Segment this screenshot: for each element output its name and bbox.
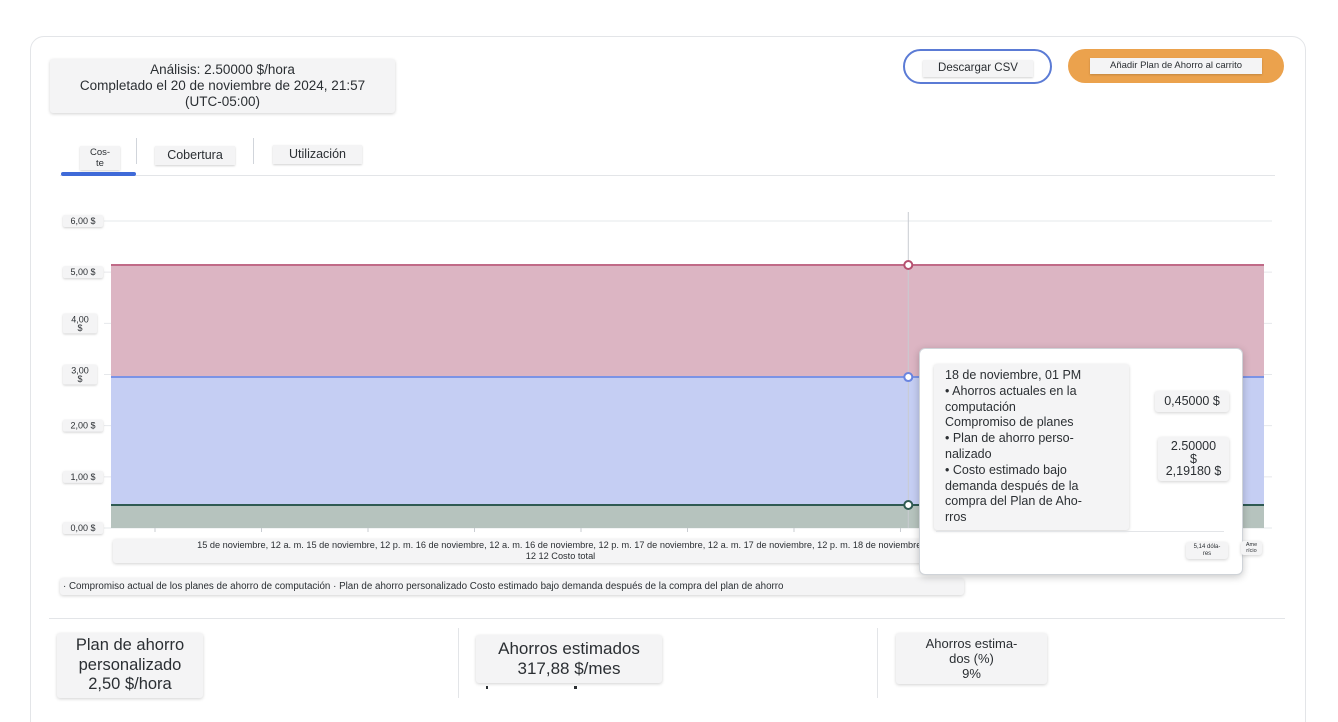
estimated-savings-pct-title-2: dos (%) — [949, 651, 994, 666]
y-tick-label: 1,00 $ — [70, 472, 95, 482]
y-tick-label: $ — [77, 374, 82, 384]
y-tick-label: 2,00 $ — [70, 421, 95, 431]
tooltip-line: rros — [945, 510, 967, 525]
estimated-savings-pct-title-1: Ahorros estima- — [925, 636, 1018, 651]
y-tick-label: 6,00 $ — [70, 216, 95, 226]
hover-point — [903, 260, 914, 271]
custom-plan-metric: Plan de ahorro personalizado 2,50 $/hora — [57, 633, 203, 698]
tooltip-value-current: 0,45000 $ — [1155, 391, 1229, 412]
custom-plan-value: 2,50 $/hora — [88, 675, 172, 693]
tooltip-line: Compromiso de planes — [945, 415, 1074, 430]
y-tick-label: $ — [77, 323, 82, 333]
tooltip-line: 18 de noviembre, 01 PM — [945, 368, 1082, 382]
tooltip-value-custom: 2.50000 $ 2,19180 $ — [1158, 437, 1229, 481]
estimated-savings-value: 317,88 $/mes — [517, 659, 621, 678]
tooltip-value-custom-1: 2.50000 — [1170, 439, 1217, 453]
x-axis-labels: 15 de noviembre, 12 a. m. 15 de noviembr… — [113, 539, 1008, 563]
estimated-savings-pct-metric: Ahorros estima- dos (%) 9% — [896, 633, 1047, 684]
tooltip-value-extra: Ame rício — [1241, 541, 1262, 555]
y-tick-label: 5,00 $ — [70, 267, 95, 277]
tooltip-content: 18 de noviembre, 01 PM • Ahorros actuales… — [934, 364, 1129, 530]
tooltip-line: computación — [945, 399, 1016, 414]
tooltip-value-ondemand: 5,14 dóla- res — [1186, 542, 1228, 559]
x-axis-labels-line2: 12 12 Costo total — [525, 550, 596, 561]
chart-legend[interactable]: · Compromiso actual de los planes de aho… — [60, 578, 964, 595]
tooltip-line: compra del Plan de Aho- — [945, 494, 1082, 509]
metrics-separator — [877, 628, 878, 698]
metrics-divider — [49, 618, 1285, 619]
metric-text-remnant — [574, 686, 577, 689]
tooltip-line: demanda después de la — [945, 478, 1079, 493]
hover-point — [903, 372, 914, 383]
tooltip-line: • Plan de ahorro perso- — [945, 431, 1074, 446]
tooltip-line: • Ahorros actuales en la — [945, 383, 1077, 398]
custom-plan-title-1: Plan de ahorro — [75, 636, 185, 654]
legend-text: · Compromiso actual de los planes de aho… — [63, 581, 784, 592]
estimated-savings-pct-value: 9% — [962, 666, 981, 681]
tooltip-line: • Costo estimado bajo — [945, 462, 1067, 477]
x-axis-labels-line1: 15 de noviembre, 12 a. m. 15 de noviembr… — [197, 540, 924, 550]
custom-plan-title-2: personalizado — [78, 655, 182, 674]
hover-point — [903, 499, 914, 510]
tooltip-value-custom-3: 2,19180 $ — [1165, 464, 1222, 478]
estimated-savings-metric: Ahorros estimados 317,88 $/mes — [476, 635, 662, 683]
metrics-separator — [458, 628, 459, 698]
metric-text-remnant — [486, 686, 488, 689]
tooltip-line: nalizado — [945, 446, 992, 461]
y-tick-label: 0,00 $ — [70, 523, 95, 533]
estimated-savings-title: Ahorros estimados — [498, 639, 640, 658]
tooltip-divider — [936, 531, 1224, 532]
